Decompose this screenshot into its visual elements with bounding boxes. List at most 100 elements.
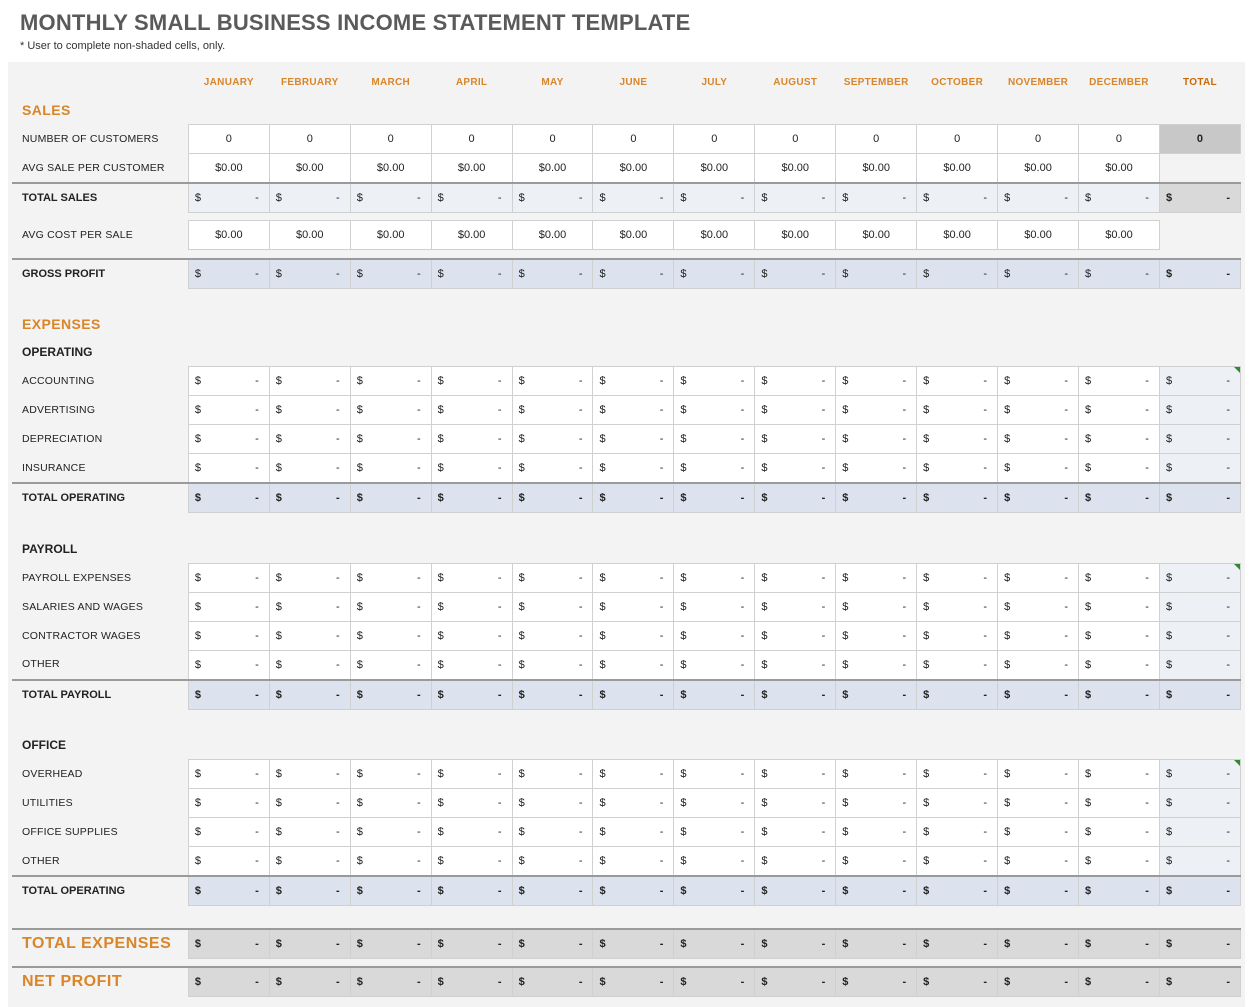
cell-operating[interactable]: $- [998,396,1079,425]
cell-avg-cost[interactable]: $0.00 [431,221,512,250]
cell-operating[interactable]: $- [917,396,998,425]
cell-num-customers[interactable]: 0 [836,125,917,154]
cell-office[interactable]: $- [755,818,836,847]
cell-operating[interactable]: $- [269,454,350,484]
cell-avg-cost[interactable]: $0.00 [269,221,350,250]
cell-payroll[interactable]: $- [431,563,512,592]
cell-payroll[interactable]: $- [674,621,755,650]
cell-operating[interactable]: $- [1079,454,1160,484]
cell-avg-sale[interactable]: $0.00 [188,154,269,184]
cell-avg-sale[interactable]: $0.00 [350,154,431,184]
cell-avg-sale[interactable]: $0.00 [755,154,836,184]
cell-payroll[interactable]: $- [1079,621,1160,650]
cell-office[interactable]: $- [593,760,674,789]
cell-operating[interactable]: $- [269,396,350,425]
cell-office[interactable]: $- [1079,760,1160,789]
cell-payroll[interactable]: $- [917,621,998,650]
cell-office[interactable]: $- [431,760,512,789]
cell-operating[interactable]: $- [1079,367,1160,396]
cell-payroll[interactable]: $- [512,650,593,680]
cell-avg-cost[interactable]: $0.00 [836,221,917,250]
cell-operating[interactable]: $- [350,396,431,425]
cell-payroll[interactable]: $- [836,621,917,650]
cell-avg-sale[interactable]: $0.00 [836,154,917,184]
cell-office[interactable]: $- [512,818,593,847]
cell-office[interactable]: $- [1079,789,1160,818]
cell-office[interactable]: $- [512,789,593,818]
cell-payroll[interactable]: $- [512,621,593,650]
cell-payroll[interactable]: $- [674,563,755,592]
cell-office[interactable]: $- [836,818,917,847]
cell-operating[interactable]: $- [188,396,269,425]
cell-operating[interactable]: $- [836,454,917,484]
cell-office[interactable]: $- [269,847,350,877]
cell-num-customers[interactable]: 0 [1079,125,1160,154]
cell-avg-sale[interactable]: $0.00 [512,154,593,184]
cell-operating[interactable]: $- [593,367,674,396]
cell-office[interactable]: $- [1079,847,1160,877]
cell-operating[interactable]: $- [998,454,1079,484]
cell-avg-sale[interactable]: $0.00 [1079,154,1160,184]
cell-payroll[interactable]: $- [593,650,674,680]
cell-operating[interactable]: $- [350,367,431,396]
cell-payroll[interactable]: $- [512,592,593,621]
cell-operating[interactable]: $- [431,396,512,425]
cell-office[interactable]: $- [188,789,269,818]
cell-avg-cost[interactable]: $0.00 [593,221,674,250]
cell-operating[interactable]: $- [1079,425,1160,454]
cell-operating[interactable]: $- [350,425,431,454]
cell-payroll[interactable]: $- [188,563,269,592]
cell-operating[interactable]: $- [188,425,269,454]
cell-payroll[interactable]: $- [269,650,350,680]
cell-operating[interactable]: $- [188,454,269,484]
cell-avg-cost[interactable]: $0.00 [188,221,269,250]
cell-payroll[interactable]: $- [998,650,1079,680]
cell-avg-cost[interactable]: $0.00 [512,221,593,250]
cell-num-customers[interactable]: 0 [917,125,998,154]
cell-office[interactable]: $- [593,789,674,818]
cell-num-customers[interactable]: 0 [755,125,836,154]
cell-operating[interactable]: $- [917,454,998,484]
cell-payroll[interactable]: $- [998,621,1079,650]
cell-operating[interactable]: $- [1079,396,1160,425]
cell-payroll[interactable]: $- [755,621,836,650]
cell-operating[interactable]: $- [269,425,350,454]
cell-operating[interactable]: $- [917,425,998,454]
cell-num-customers[interactable]: 0 [350,125,431,154]
cell-avg-cost[interactable]: $0.00 [674,221,755,250]
cell-office[interactable]: $- [593,818,674,847]
cell-office[interactable]: $- [512,760,593,789]
cell-office[interactable]: $- [998,847,1079,877]
cell-operating[interactable]: $- [755,454,836,484]
cell-payroll[interactable]: $- [188,650,269,680]
cell-payroll[interactable]: $- [350,650,431,680]
cell-operating[interactable]: $- [512,454,593,484]
cell-avg-sale[interactable]: $0.00 [998,154,1079,184]
cell-operating[interactable]: $- [755,425,836,454]
cell-operating[interactable]: $- [674,396,755,425]
cell-payroll[interactable]: $- [269,621,350,650]
cell-office[interactable]: $- [998,760,1079,789]
cell-payroll[interactable]: $- [755,592,836,621]
cell-operating[interactable]: $- [350,454,431,484]
cell-office[interactable]: $- [755,789,836,818]
cell-avg-cost[interactable]: $0.00 [350,221,431,250]
cell-num-customers[interactable]: 0 [593,125,674,154]
cell-payroll[interactable]: $- [431,621,512,650]
cell-avg-sale[interactable]: $0.00 [917,154,998,184]
cell-payroll[interactable]: $- [269,563,350,592]
cell-payroll[interactable]: $- [917,563,998,592]
cell-payroll[interactable]: $- [836,592,917,621]
cell-office[interactable]: $- [350,760,431,789]
cell-avg-sale[interactable]: $0.00 [593,154,674,184]
cell-payroll[interactable]: $- [836,650,917,680]
cell-payroll[interactable]: $- [593,563,674,592]
cell-operating[interactable]: $- [836,425,917,454]
cell-office[interactable]: $- [917,818,998,847]
cell-office[interactable]: $- [431,789,512,818]
cell-office[interactable]: $- [1079,818,1160,847]
cell-office[interactable]: $- [836,760,917,789]
cell-payroll[interactable]: $- [998,592,1079,621]
cell-operating[interactable]: $- [431,367,512,396]
cell-operating[interactable]: $- [755,367,836,396]
